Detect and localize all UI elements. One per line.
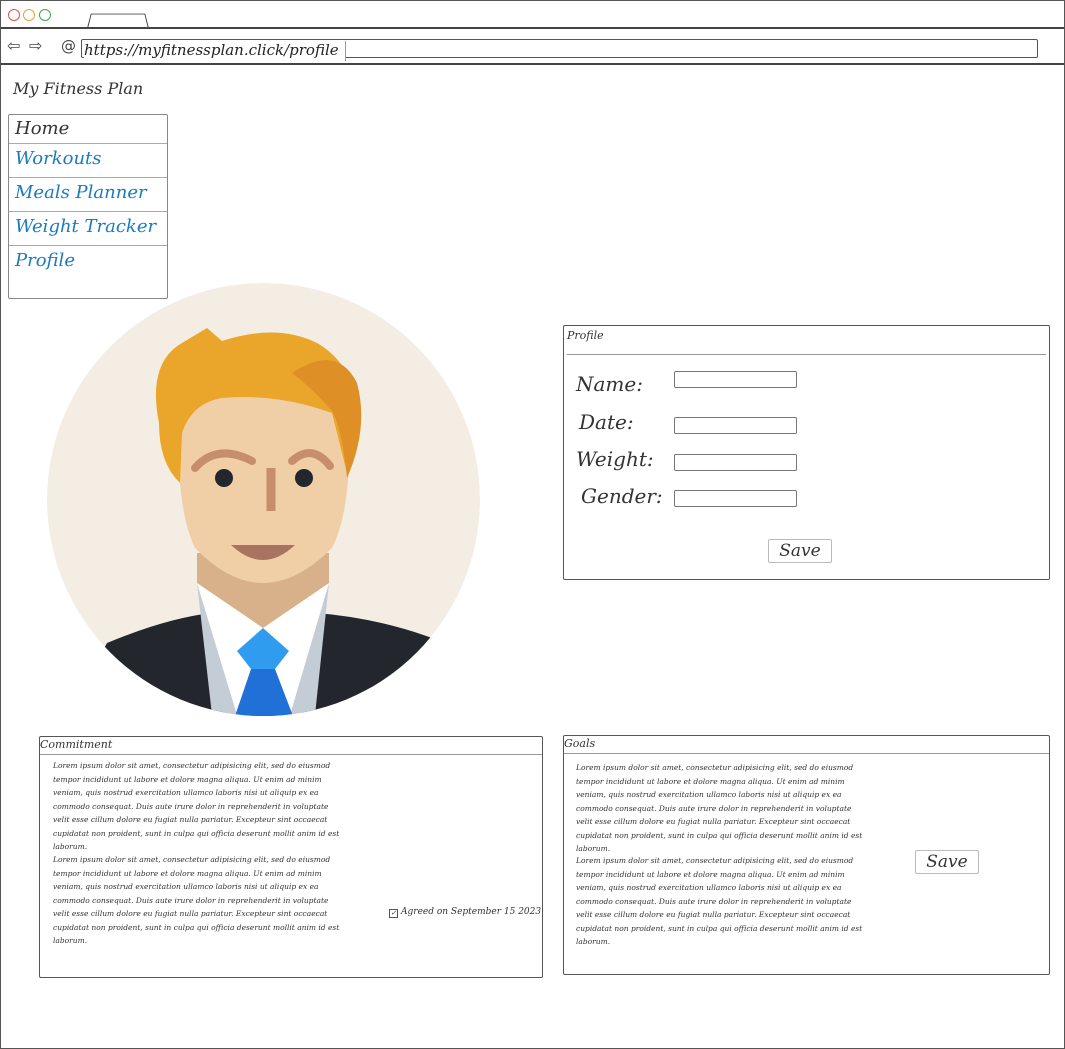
agreement-label: Agreed on September 15 2023	[401, 907, 542, 917]
goals-panel: Goals Lorem ipsum dolor sit amet, consec…	[563, 735, 1050, 975]
profile-save-button[interactable]: Save	[768, 539, 832, 563]
goals-save-button[interactable]: Save	[915, 850, 979, 874]
commitment-paragraph: Lorem ipsum dolor sit amet, consectetur …	[53, 761, 340, 851]
profile-panel: Profile Name: Date: Weight: Gender: Save	[563, 325, 1050, 580]
panel-divider	[564, 753, 1049, 754]
goals-paragraph: Lorem ipsum dolor sit amet, consectetur …	[576, 856, 863, 946]
date-field[interactable]	[674, 417, 797, 434]
url-text[interactable]: https://myfitnessplan.click/profile	[84, 41, 346, 61]
arrow-right-icon[interactable]: ⇨	[29, 38, 42, 54]
commitment-panel-title: Commitment	[40, 738, 113, 751]
browser-tab[interactable]	[86, 13, 150, 29]
agreement-checkbox[interactable]: ✓ Agreed on September 15 2023	[389, 907, 542, 918]
app-title: My Fitness Plan	[13, 79, 144, 98]
minimize-window-icon[interactable]	[23, 9, 35, 21]
checkbox-icon[interactable]: ✓	[389, 909, 398, 918]
close-window-icon[interactable]	[8, 9, 20, 21]
gender-field[interactable]	[674, 490, 797, 507]
goals-panel-title: Goals	[564, 737, 596, 750]
gender-label: Gender:	[581, 484, 663, 508]
avatar	[47, 283, 480, 716]
goals-paragraph: Lorem ipsum dolor sit amet, consectetur …	[576, 763, 863, 853]
panel-divider	[567, 354, 1046, 355]
nav-item-profile[interactable]: Profile	[9, 246, 167, 279]
weight-label: Weight:	[576, 447, 654, 471]
nav-item-meals-planner[interactable]: Meals Planner	[9, 178, 167, 212]
commitment-paragraph: Lorem ipsum dolor sit amet, consectetur …	[53, 855, 340, 945]
nav-item-workouts[interactable]: Workouts	[9, 144, 167, 178]
commitment-panel: Commitment Lorem ipsum dolor sit amet, c…	[39, 736, 543, 978]
profile-panel-title: Profile	[567, 329, 604, 342]
name-label: Name:	[576, 372, 643, 396]
browser-titlebar	[1, 1, 1064, 29]
maximize-window-icon[interactable]	[39, 9, 51, 21]
browser-window: ⇦ ⇨ @ https://myfitnessplan.click/profil…	[0, 0, 1065, 1049]
nav-item-weight-tracker[interactable]: Weight Tracker	[9, 212, 167, 246]
weight-field[interactable]	[674, 454, 797, 471]
date-label: Date:	[579, 410, 634, 434]
browser-navbar: ⇦ ⇨ @ https://myfitnessplan.click/profil…	[1, 29, 1064, 65]
globe-icon: @	[61, 37, 76, 55]
panel-divider	[40, 754, 542, 755]
side-nav: Home Workouts Meals Planner Weight Track…	[8, 114, 168, 299]
nav-item-home[interactable]: Home	[9, 115, 167, 144]
arrow-left-icon[interactable]: ⇦	[7, 38, 20, 54]
name-field[interactable]	[674, 371, 797, 388]
